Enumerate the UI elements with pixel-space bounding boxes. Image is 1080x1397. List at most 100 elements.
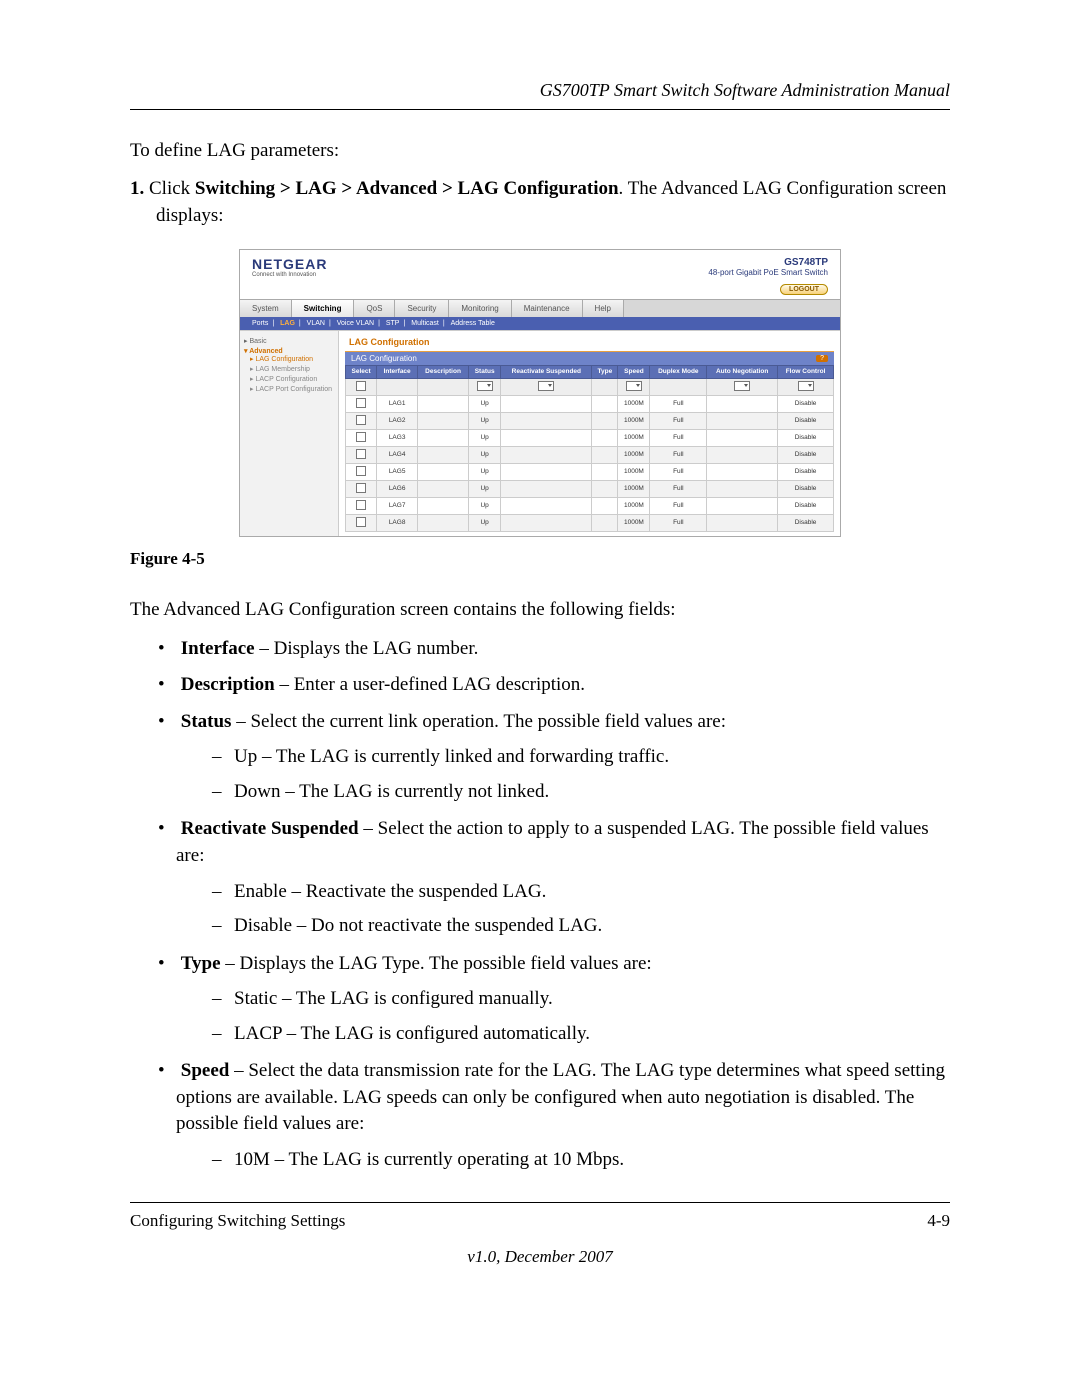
subtab-stp[interactable]: STP bbox=[386, 320, 400, 327]
cell-interface: LAG2 bbox=[377, 412, 418, 429]
subtab-voice-vlan[interactable]: Voice VLAN bbox=[337, 320, 374, 327]
cell-flow: Disable bbox=[778, 395, 834, 412]
reactivate-select[interactable] bbox=[538, 381, 554, 391]
auto-neg-select[interactable] bbox=[734, 381, 750, 391]
table-row: LAG4Up1000MFullDisable bbox=[346, 446, 834, 463]
cell-flow: Disable bbox=[778, 412, 834, 429]
tab-help[interactable]: Help bbox=[583, 300, 624, 317]
row-checkbox[interactable] bbox=[356, 449, 366, 459]
model-info: GS748TP 48-port Gigabit PoE Smart Switch bbox=[708, 257, 828, 277]
cell-status: Up bbox=[469, 463, 501, 480]
intro-text: To define LAG parameters: bbox=[130, 140, 950, 162]
cell-interface: LAG7 bbox=[377, 497, 418, 514]
sidebar-item-lag-membership[interactable]: ▸ LAG Membership bbox=[250, 365, 334, 375]
status-down: Down – The LAG is currently not linked. bbox=[212, 778, 950, 807]
table-row: LAG6Up1000MFullDisable bbox=[346, 480, 834, 497]
brand-tagline: Connect with Innovation bbox=[252, 272, 327, 278]
table-row: LAG5Up1000MFullDisable bbox=[346, 463, 834, 480]
cell-duplex: Full bbox=[650, 463, 707, 480]
status-up: Up – The LAG is currently linked and for… bbox=[212, 743, 950, 772]
subtab-lag[interactable]: LAG bbox=[280, 320, 295, 327]
field-name: Description bbox=[181, 674, 275, 695]
subtab-multicast[interactable]: Multicast bbox=[411, 320, 439, 327]
cell-flow: Disable bbox=[778, 429, 834, 446]
flow-select[interactable] bbox=[798, 381, 814, 391]
inner-title: LAG Configuration bbox=[351, 354, 417, 363]
tab-security[interactable]: Security bbox=[395, 300, 449, 317]
cell-status: Up bbox=[469, 412, 501, 429]
cell-interface: LAG3 bbox=[377, 429, 418, 446]
row-checkbox[interactable] bbox=[356, 432, 366, 442]
reactivate-disable: Disable – Do not reactivate the suspende… bbox=[212, 912, 950, 941]
screenshot-figure: NETGEAR Connect with Innovation GS748TP … bbox=[239, 249, 841, 537]
sidebar-basic[interactable]: ▸ Basic bbox=[244, 337, 334, 345]
sidebar-item-lacp-port-config[interactable]: ▸ LACP Port Configuration bbox=[250, 385, 334, 395]
subtab-address-table[interactable]: Address Table bbox=[451, 320, 495, 327]
help-icon[interactable]: ? bbox=[816, 355, 828, 362]
cell-flow: Disable bbox=[778, 480, 834, 497]
logout-button[interactable]: LOGOUT bbox=[780, 284, 828, 295]
cell-duplex: Full bbox=[650, 429, 707, 446]
step-1: 1. Click Switching > LAG > Advanced > LA… bbox=[130, 176, 950, 229]
cell-speed: 1000M bbox=[618, 463, 650, 480]
fields-intro: The Advanced LAG Configuration screen co… bbox=[130, 597, 950, 624]
field-desc: – Enter a user-defined LAG description. bbox=[275, 674, 585, 695]
col-select: Select bbox=[346, 366, 377, 379]
subtab-vlan[interactable]: VLAN bbox=[307, 320, 325, 327]
row-checkbox[interactable] bbox=[356, 500, 366, 510]
step-number: 1. bbox=[130, 178, 144, 199]
lag-table: Select Interface Description Status Reac… bbox=[345, 365, 834, 532]
footer-version: v1.0, December 2007 bbox=[130, 1247, 950, 1267]
col-flow-control: Flow Control bbox=[778, 366, 834, 379]
reactivate-enable: Enable – Reactivate the suspended LAG. bbox=[212, 878, 950, 907]
cell-speed: 1000M bbox=[618, 429, 650, 446]
cell-status: Up bbox=[469, 497, 501, 514]
table-row: LAG2 Up 1000MFull Disable bbox=[346, 412, 834, 429]
field-desc: – Displays the LAG Type. The possible fi… bbox=[221, 953, 652, 974]
panel-title: LAG Configuration bbox=[345, 335, 834, 352]
sidebar-advanced[interactable]: ▾ Advanced bbox=[244, 347, 334, 355]
select-all-checkbox[interactable] bbox=[356, 381, 366, 391]
field-desc: – Displays the LAG number. bbox=[255, 638, 479, 659]
cell-flow: Disable bbox=[778, 497, 834, 514]
cell-speed: 1000M bbox=[618, 412, 650, 429]
cell-status: Up bbox=[469, 429, 501, 446]
sidebar-item-lag-config[interactable]: ▸ LAG Configuration bbox=[250, 355, 334, 365]
tab-monitoring[interactable]: Monitoring bbox=[449, 300, 511, 317]
col-interface: Interface bbox=[377, 366, 418, 379]
cell-interface: LAG4 bbox=[377, 446, 418, 463]
tab-maintenance[interactable]: Maintenance bbox=[512, 300, 583, 317]
col-description: Description bbox=[418, 366, 469, 379]
brand-logo: NETGEAR bbox=[252, 256, 327, 272]
field-name: Reactivate Suspended bbox=[181, 818, 359, 839]
main-tabs: System Switching QoS Security Monitoring… bbox=[240, 299, 840, 317]
tab-system[interactable]: System bbox=[240, 300, 292, 317]
tab-switching[interactable]: Switching bbox=[292, 300, 355, 317]
cell-speed: 1000M bbox=[618, 497, 650, 514]
cell-interface: LAG1 bbox=[377, 395, 418, 412]
cell-duplex: Full bbox=[650, 412, 707, 429]
table-row: LAG3 Up 1000MFull Disable bbox=[346, 429, 834, 446]
row-checkbox[interactable] bbox=[356, 466, 366, 476]
figure-caption: Figure 4-5 bbox=[130, 549, 950, 569]
cell-interface: LAG8 bbox=[377, 514, 418, 531]
cell-status: Up bbox=[469, 446, 501, 463]
row-checkbox[interactable] bbox=[356, 517, 366, 527]
cell-duplex: Full bbox=[650, 514, 707, 531]
row-checkbox[interactable] bbox=[356, 415, 366, 425]
cell-speed: 1000M bbox=[618, 480, 650, 497]
subtab-ports[interactable]: Ports bbox=[252, 320, 268, 327]
sidebar-item-lacp-config[interactable]: ▸ LACP Configuration bbox=[250, 375, 334, 385]
row-checkbox[interactable] bbox=[356, 398, 366, 408]
cell-speed: 1000M bbox=[618, 395, 650, 412]
cell-speed: 1000M bbox=[618, 446, 650, 463]
speed-select[interactable] bbox=[626, 381, 642, 391]
table-row: LAG8Up1000MFullDisable bbox=[346, 514, 834, 531]
cell-flow: Disable bbox=[778, 463, 834, 480]
tab-qos[interactable]: QoS bbox=[354, 300, 395, 317]
row-checkbox[interactable] bbox=[356, 483, 366, 493]
field-description: Description – Enter a user-defined LAG d… bbox=[158, 672, 950, 699]
col-speed: Speed bbox=[618, 366, 650, 379]
status-select[interactable] bbox=[477, 381, 493, 391]
type-lacp: LACP – The LAG is configured automatical… bbox=[212, 1020, 950, 1049]
